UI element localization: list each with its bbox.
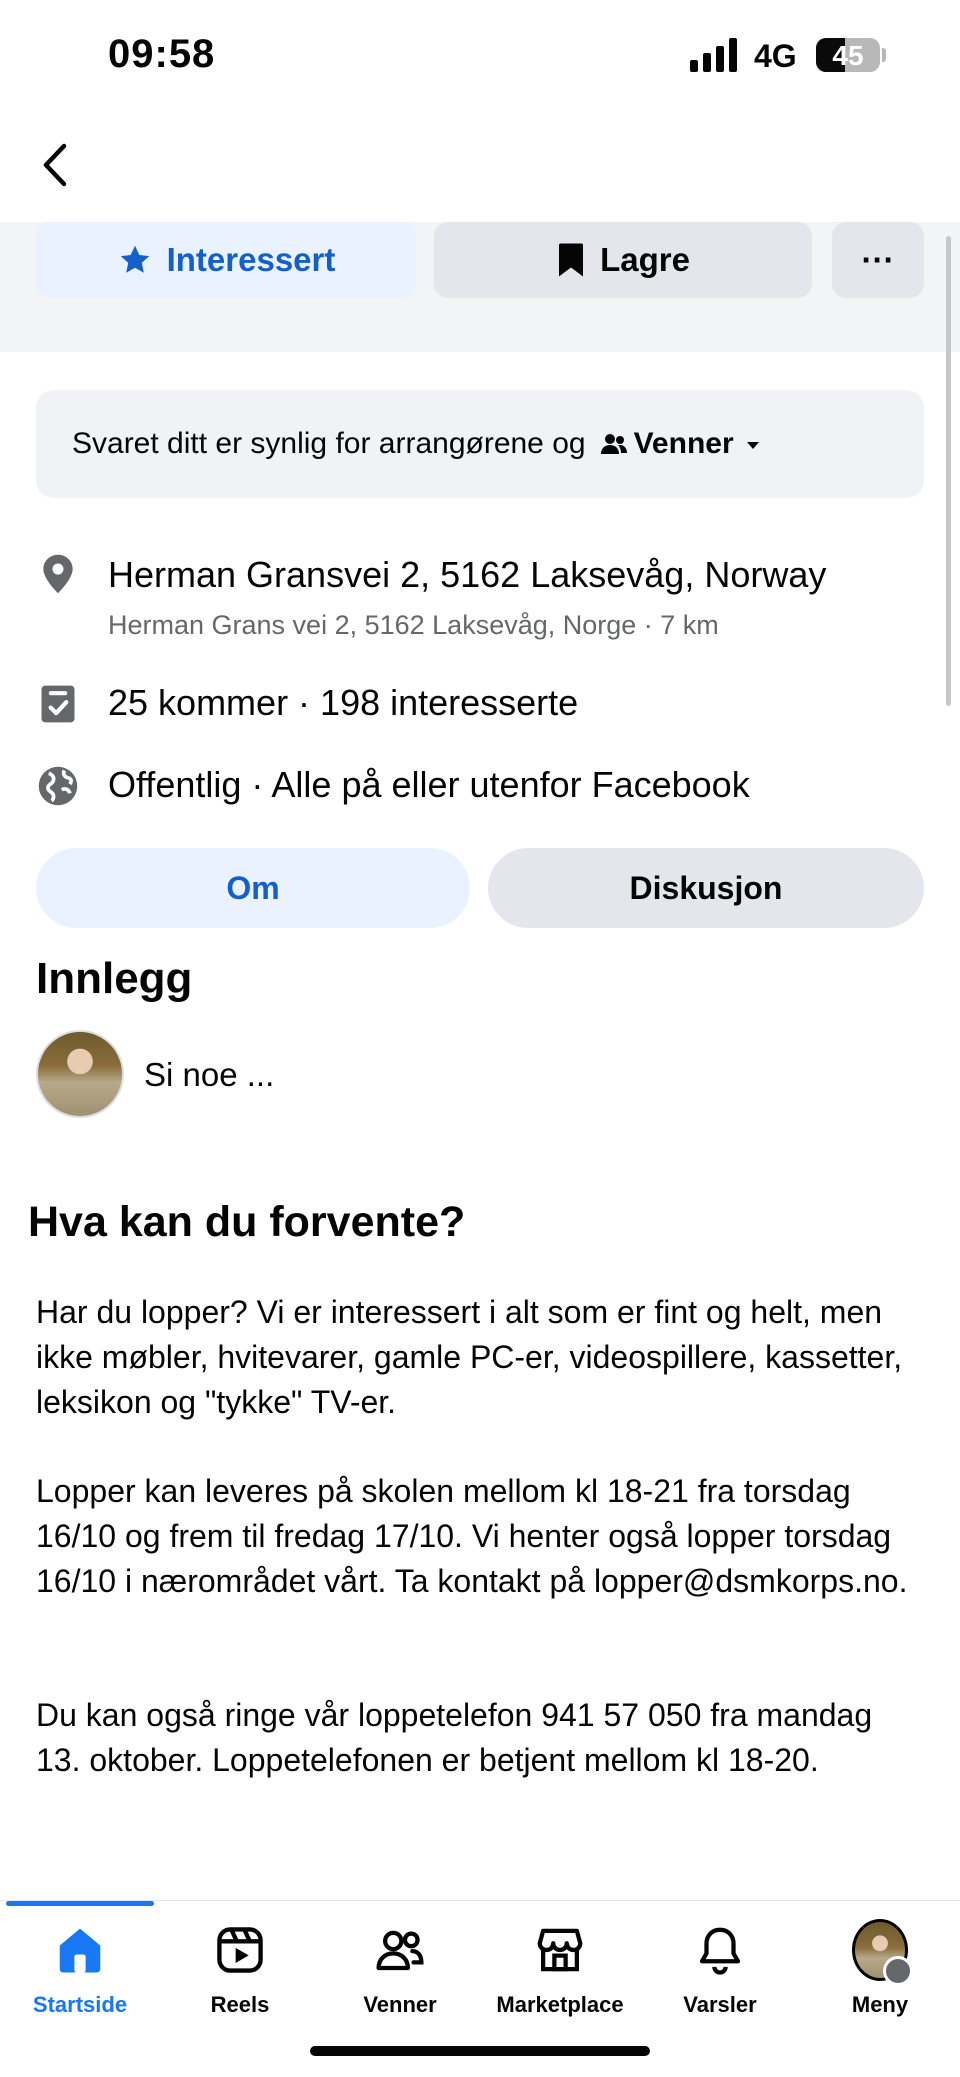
nav-label: Marketplace <box>496 1992 624 2017</box>
friends-icon <box>600 434 627 454</box>
signal-icon <box>690 38 737 72</box>
home-indicator[interactable] <box>310 2046 650 2056</box>
tab-om-label: Om <box>226 869 280 906</box>
attendance-count[interactable]: 25 kommer · 198 interesserte <box>108 682 578 724</box>
posts-heading: Innlegg <box>36 954 193 1003</box>
nav-varsler[interactable]: Varsler <box>640 1918 800 2028</box>
reels-icon <box>212 1922 268 1978</box>
network-type: 4G <box>754 38 797 74</box>
home-icon <box>52 1922 108 1978</box>
about-paragraph: Har du lopper? Vi er interessert i alt s… <box>36 1294 903 1420</box>
visibility-notice: Svaret ditt er synlig for arrangørene og… <box>36 390 924 498</box>
bookmark-icon <box>559 243 584 277</box>
star-icon <box>120 245 149 273</box>
bell-icon <box>692 1922 748 1978</box>
nav-label: Startside <box>32 1992 128 2017</box>
visibility-notice-text: Svaret ditt er synlig for arrangørene og <box>72 427 586 460</box>
more-options-button[interactable]: ··· <box>832 222 924 298</box>
battery-level: 45 <box>832 40 864 71</box>
tab-diskusjon-label: Diskusjon <box>629 869 783 906</box>
status-bar: 09:58 4G 45 <box>0 0 960 110</box>
caret-down-icon <box>746 442 759 449</box>
back-chevron-icon[interactable] <box>36 140 76 190</box>
tab-diskusjon[interactable]: Diskusjon <box>488 848 924 928</box>
menu-avatar <box>852 1919 913 1986</box>
nav-venner[interactable]: Venner <box>320 1918 480 2028</box>
audience-label: Venner <box>633 427 734 460</box>
scrollbar[interactable] <box>946 236 951 706</box>
friends-icon <box>372 1922 428 1978</box>
nav-label: Meny <box>851 1992 909 2017</box>
post-composer-input[interactable]: Si noe ... <box>144 1056 274 1094</box>
nav-label: Varsler <box>683 1992 757 2017</box>
save-button[interactable]: Lagre <box>434 222 812 298</box>
battery-tip <box>882 48 886 62</box>
tab-om[interactable]: Om <box>36 848 470 928</box>
nav-marketplace[interactable]: Marketplace <box>480 1918 640 2028</box>
nav-label: Venner <box>363 1992 437 2017</box>
profile-avatar <box>852 1919 913 1986</box>
interested-label: Interessert <box>166 241 336 278</box>
location-pin-icon <box>43 554 73 594</box>
about-paragraph: Du kan også ringe vår loppetelefon 941 5… <box>36 1697 873 1778</box>
audience-selector[interactable]: Venner <box>594 427 766 461</box>
battery-icon: 45 <box>816 38 880 72</box>
globe-icon <box>38 766 78 806</box>
location-address[interactable]: Herman Gransvei 2, 5162 Laksevåg, Norway <box>108 554 826 596</box>
nav-label: Reels <box>210 1992 270 2017</box>
active-tab-indicator <box>6 1901 154 1906</box>
status-time: 09:58 <box>108 32 216 76</box>
marketplace-icon <box>532 1922 588 1978</box>
privacy-text: Offentlig · Alle på eller utenfor Facebo… <box>108 764 750 805</box>
save-label: Lagre <box>600 241 690 278</box>
more-options-icon: ··· <box>861 241 895 278</box>
user-avatar <box>36 1030 124 1118</box>
attendance-check-icon <box>41 685 75 723</box>
nav-startside[interactable]: Startside <box>0 1918 160 2028</box>
nav-meny[interactable]: Meny <box>800 1918 960 2028</box>
about-paragraph: Lopper kan leveres på skolen mellom kl 1… <box>36 1473 908 1599</box>
about-heading: Hva kan du forvente? <box>28 1198 466 1246</box>
interested-button[interactable]: Interessert <box>36 222 416 298</box>
location-detail: Herman Grans vei 2, 5162 Laksevåg, Norge… <box>108 610 719 640</box>
menu-icon <box>883 1956 913 1986</box>
nav-reels[interactable]: Reels <box>160 1918 320 2028</box>
